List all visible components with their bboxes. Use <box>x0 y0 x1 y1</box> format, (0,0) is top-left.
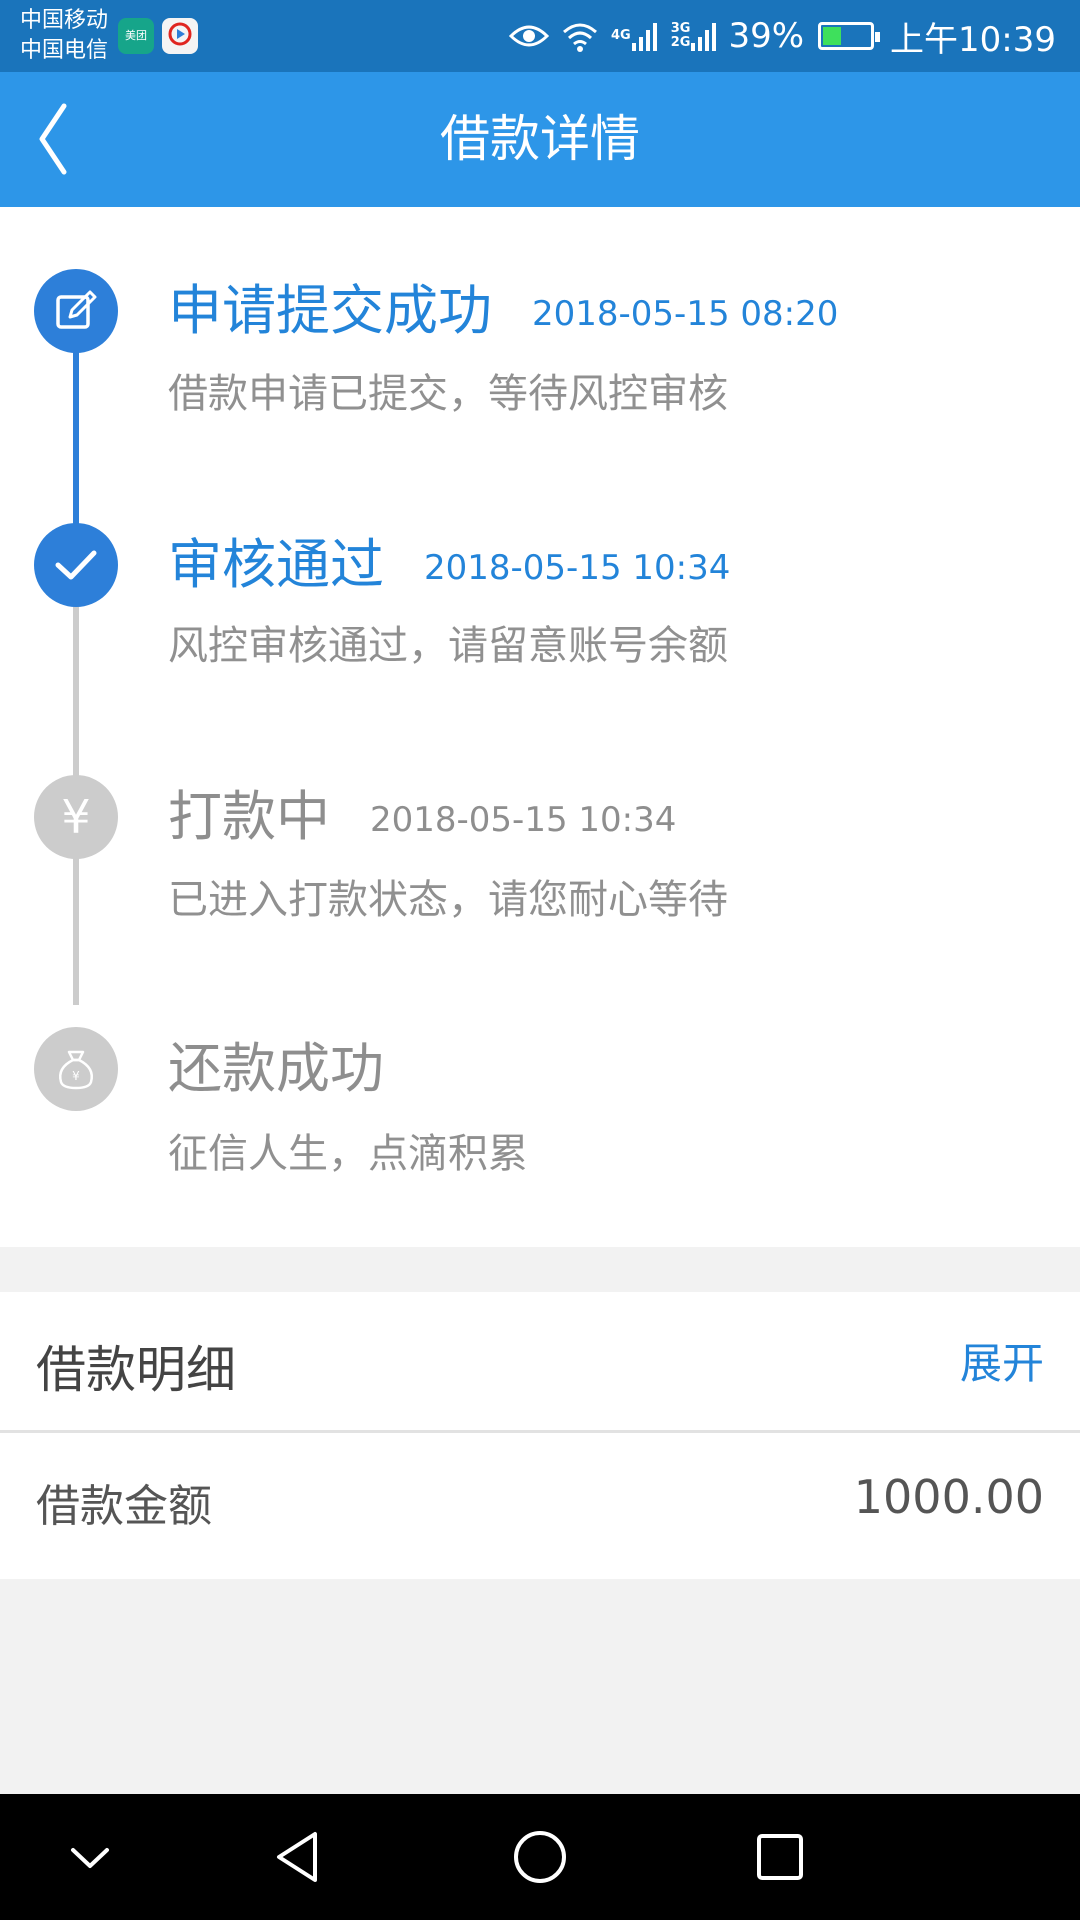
step-4-description: 征信人生，点滴积累 <box>168 1131 528 1177</box>
network-type-2b: 2G <box>670 35 691 50</box>
wifi-icon <box>561 20 599 52</box>
signal-3g-2g-icon: 3G 2G <box>671 21 719 51</box>
carrier-1: 中国移动 <box>20 8 109 33</box>
loan-amount-label: 借款金额 <box>36 1481 212 1532</box>
step-3-title: 打款中 2018-05-15 10:34 <box>168 785 676 852</box>
signal-4g-icon: 4G <box>611 21 659 51</box>
svg-text:¥: ¥ <box>72 1069 80 1083</box>
divider <box>0 1430 1080 1433</box>
money-bag-icon: ¥ <box>34 1027 118 1111</box>
nav-bar: 借款详情 <box>0 72 1080 207</box>
step-2-time: 2018-05-15 10:34 <box>424 548 731 589</box>
clock: 上午10:39 <box>890 19 1056 60</box>
meituan-notification-icon: 美团 <box>118 18 154 54</box>
home-circle-icon <box>514 1831 566 1883</box>
recents-square-icon <box>757 1834 803 1880</box>
step-1-description: 借款申请已提交，等待风控审核 <box>168 371 728 417</box>
battery-fill <box>823 27 841 45</box>
step-2-title-text: 审核通过 <box>168 533 384 596</box>
loan-detail-header[interactable]: 借款明细 展开 <box>0 1292 1080 1430</box>
loan-amount-value: 1000.00 <box>853 1470 1044 1524</box>
network-type-1: 4G <box>611 28 631 43</box>
step-1-title: 申请提交成功 2018-05-15 08:20 <box>168 279 838 346</box>
step-1-title-text: 申请提交成功 <box>168 279 492 342</box>
step-2-description: 风控审核通过，请留意账号余额 <box>168 623 728 669</box>
back-triangle-icon <box>277 1832 317 1882</box>
step-3-title-text: 打款中 <box>168 785 330 848</box>
step-4-title: 还款成功 <box>168 1037 384 1101</box>
carrier-names: 中国移动 中国电信 <box>20 6 108 66</box>
step-4-title-text: 还款成功 <box>168 1037 384 1100</box>
loan-detail-card: 借款明细 展开 借款金额 1000.00 <box>0 1292 1080 1579</box>
step-3-description: 已进入打款状态，请您耐心等待 <box>168 877 728 923</box>
status-bar: 中国移动 中国电信 美团 4G 3G 2G 39% 上午10:39 <box>0 0 1080 72</box>
home-button[interactable] <box>505 1822 575 1892</box>
carrier-2: 中国电信 <box>20 38 109 63</box>
step-2-title: 审核通过 2018-05-15 10:34 <box>168 533 730 600</box>
step-3-time: 2018-05-15 10:34 <box>370 800 677 841</box>
loan-detail-title: 借款明细 <box>36 1341 236 1399</box>
battery-icon <box>818 22 881 50</box>
progress-timeline: 申请提交成功 2018-05-15 08:20 借款申请已提交，等待风控审核 审核… <box>0 207 1080 1247</box>
hide-keyboard-button[interactable] <box>55 1822 125 1892</box>
yen-icon: ¥ <box>34 775 118 859</box>
check-icon <box>34 523 118 607</box>
system-back-button[interactable] <box>265 1822 335 1892</box>
expand-button[interactable]: 展开 <box>960 1330 1044 1391</box>
recents-button[interactable] <box>745 1822 815 1892</box>
eye-comfort-icon <box>509 22 549 50</box>
network-type-2a: 3G <box>670 21 691 36</box>
battery-percent: 39% <box>728 16 805 56</box>
step-1-time: 2018-05-15 08:20 <box>532 294 839 335</box>
video-app-notification-icon <box>162 18 198 54</box>
chevron-down-icon <box>71 1848 109 1868</box>
page-title: 借款详情 <box>440 110 640 168</box>
edit-icon <box>34 269 118 353</box>
system-nav-bar <box>0 1794 1080 1920</box>
battery-tip <box>875 32 881 42</box>
